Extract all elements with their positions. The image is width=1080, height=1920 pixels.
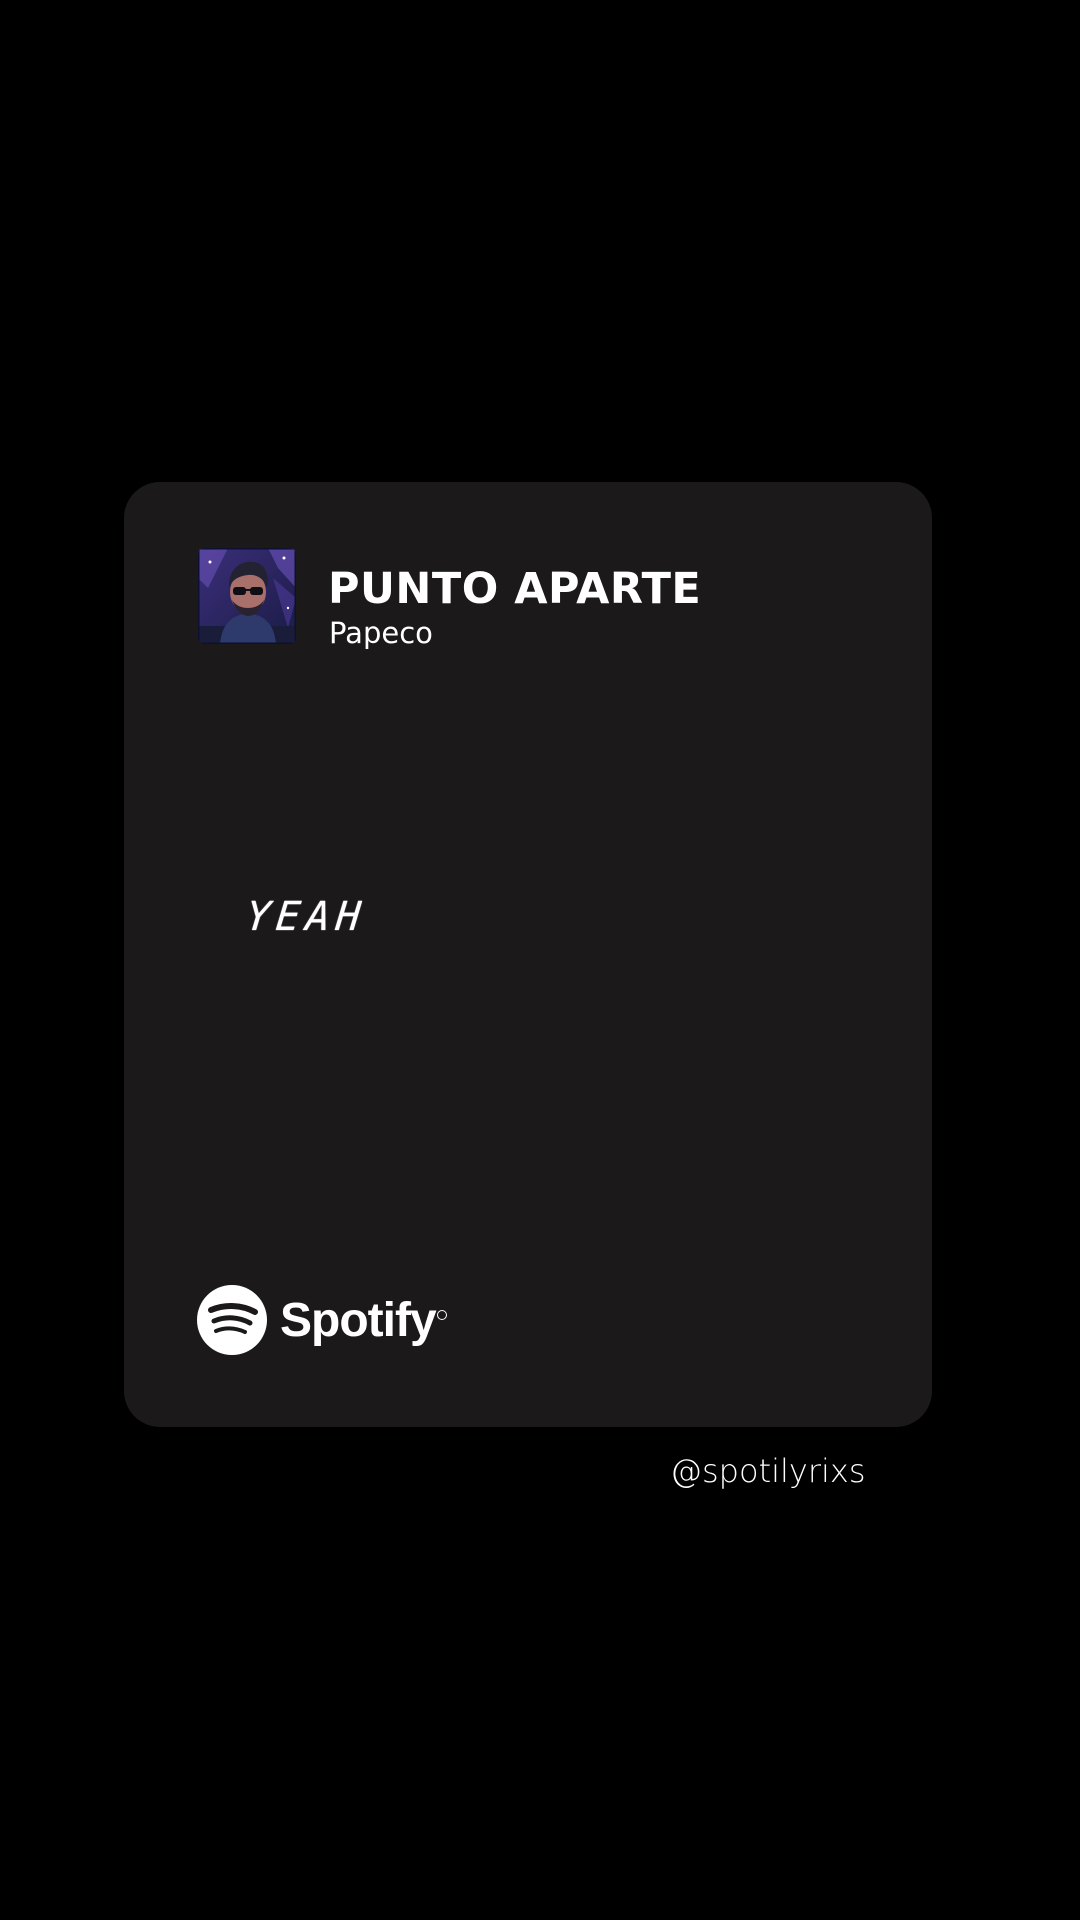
artist-name: Papeco: [329, 616, 433, 650]
spotify-logo: Spotify: [196, 1282, 447, 1358]
song-title: PUNTO APARTE: [328, 564, 702, 614]
watermark-handle: @spotilyrixs: [670, 1452, 866, 1490]
spotify-wordmark: Spotify: [280, 1293, 437, 1347]
registered-mark-icon: [436, 1310, 447, 1320]
lyrics-card: PUNTO APARTE Papeco YEAH Spotify: [124, 482, 932, 1427]
album-cover-image: [198, 548, 296, 644]
spotify-logo-icon: [197, 1285, 267, 1355]
lyric-text: YEAH: [243, 894, 369, 940]
